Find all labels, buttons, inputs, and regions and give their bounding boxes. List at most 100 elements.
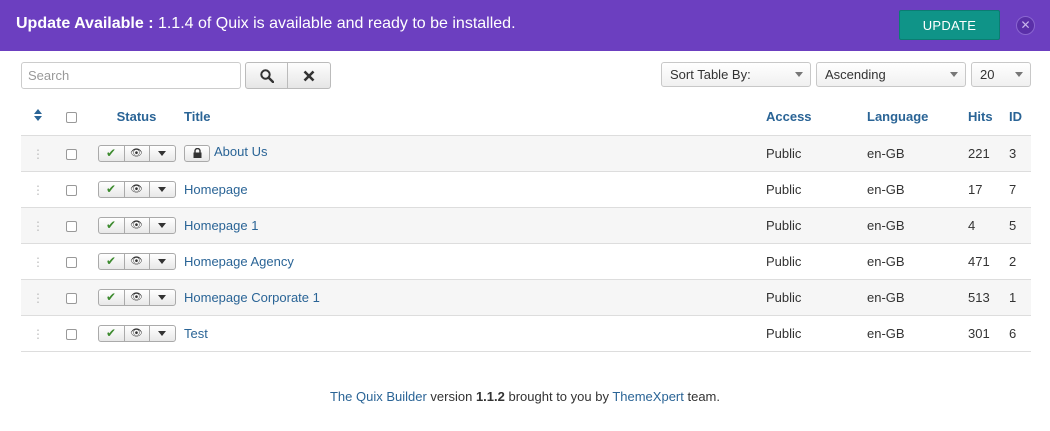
chevron-down-icon — [158, 150, 166, 156]
footer-middle: brought to you by — [504, 389, 613, 404]
published-toggle[interactable]: ✔ — [99, 289, 125, 305]
row-title-link[interactable]: Test — [184, 326, 208, 341]
access-cell: Public — [766, 279, 867, 316]
status-menu-toggle[interactable] — [150, 290, 175, 305]
status-header[interactable]: Status — [89, 99, 184, 136]
preview-button[interactable]: 👁 — [125, 289, 150, 305]
drag-handle-icon[interactable]: ⋮ — [32, 147, 44, 161]
published-toggle[interactable]: ✔ — [99, 253, 125, 269]
status-button-group: ✔ 👁 — [97, 324, 176, 342]
drag-handle-icon[interactable]: ⋮ — [32, 219, 44, 233]
row-checkbox[interactable] — [66, 184, 77, 196]
drag-handle-icon[interactable]: ⋮ — [32, 183, 44, 197]
order-select[interactable]: Ascending — [816, 62, 966, 87]
eye-icon: 👁 — [130, 183, 143, 195]
table-row: ⋮ ✔ 👁 About Us Public en-GB 221 3 — [21, 135, 1031, 172]
select-cell — [54, 315, 89, 352]
limit-select[interactable]: 20 — [971, 62, 1031, 87]
published-toggle[interactable]: ✔ — [99, 325, 125, 341]
hits-cell: 221 — [968, 135, 1009, 172]
id-cell: 2 — [1009, 243, 1031, 280]
check-icon: ✔ — [105, 254, 117, 269]
language-header[interactable]: Language — [867, 99, 968, 136]
row-checkbox[interactable] — [66, 328, 77, 340]
title-cell: About Us — [184, 135, 766, 172]
published-toggle[interactable]: ✔ — [99, 217, 125, 233]
chevron-down-icon — [158, 258, 166, 264]
clear-button[interactable] — [288, 62, 331, 89]
chevron-down-icon — [158, 222, 166, 228]
chevron-down-icon — [158, 186, 166, 192]
chevron-down-icon — [158, 330, 166, 336]
row-title-link[interactable]: About Us — [214, 144, 267, 159]
footer-version: 1.1.2 — [475, 389, 505, 404]
preview-button[interactable]: 👁 — [125, 181, 150, 197]
published-toggle[interactable]: ✔ — [99, 145, 125, 161]
preview-button[interactable]: 👁 — [125, 325, 150, 341]
limit-value: 20 — [980, 67, 995, 82]
published-toggle[interactable]: ✔ — [99, 181, 125, 197]
select-cell — [54, 171, 89, 208]
language-cell: en-GB — [867, 207, 968, 244]
pages-table: Status Title Access Language Hits ID ⋮ ✔… — [21, 99, 1031, 352]
row-checkbox[interactable] — [66, 292, 77, 304]
preview-button[interactable]: 👁 — [125, 253, 150, 269]
search-input[interactable] — [21, 62, 241, 89]
status-button-group: ✔ 👁 — [97, 180, 176, 198]
status-menu-toggle[interactable] — [150, 218, 175, 233]
drag-handle-icon[interactable]: ⋮ — [32, 255, 44, 269]
eye-icon: 👁 — [130, 327, 143, 339]
company-link[interactable]: ThemeXpert — [612, 389, 684, 404]
drag-handle-icon[interactable]: ⋮ — [32, 327, 44, 341]
id-header[interactable]: ID — [1009, 99, 1031, 136]
update-button[interactable]: UPDATE — [899, 10, 1000, 40]
update-message-body: 1.1.4 of Quix is available and ready to … — [153, 15, 516, 32]
ordering-header[interactable] — [21, 99, 54, 136]
access-cell: Public — [766, 315, 867, 352]
update-message-prefix: Update Available : — [16, 15, 154, 32]
drag-cell: ⋮ — [21, 207, 54, 244]
title-cell: Homepage Corporate 1 — [184, 279, 766, 316]
checked-out-button[interactable] — [184, 144, 210, 162]
select-cell — [54, 243, 89, 280]
search-button[interactable] — [245, 62, 288, 89]
hits-header[interactable]: Hits — [968, 99, 1009, 136]
drag-handle-icon[interactable]: ⋮ — [32, 291, 44, 305]
table-row: ⋮ ✔ 👁 Homepage 1 Public en-GB 4 5 — [21, 207, 1031, 244]
eye-icon: 👁 — [130, 219, 143, 231]
close-icon[interactable]: ✕ — [1016, 16, 1035, 35]
status-menu-toggle[interactable] — [150, 254, 175, 269]
status-menu-toggle[interactable] — [150, 146, 175, 161]
row-checkbox[interactable] — [66, 148, 77, 160]
access-cell: Public — [766, 207, 867, 244]
footer-version-word: version — [426, 389, 476, 404]
status-cell: ✔ 👁 — [89, 243, 184, 280]
preview-button[interactable]: 👁 — [125, 145, 150, 161]
access-cell: Public — [766, 171, 867, 208]
preview-button[interactable]: 👁 — [125, 217, 150, 233]
product-link[interactable]: The Quix Builder — [330, 389, 427, 404]
access-header[interactable]: Access — [766, 99, 867, 136]
row-title-link[interactable]: Homepage 1 — [184, 218, 258, 233]
row-title-link[interactable]: Homepage Agency — [184, 254, 294, 269]
status-button-group: ✔ 👁 — [97, 288, 176, 306]
id-cell: 3 — [1009, 135, 1031, 172]
row-checkbox[interactable] — [66, 256, 77, 268]
id-cell: 6 — [1009, 315, 1031, 352]
status-menu-toggle[interactable] — [150, 326, 175, 341]
status-menu-toggle[interactable] — [150, 182, 175, 197]
id-cell: 5 — [1009, 207, 1031, 244]
row-checkbox[interactable] — [66, 220, 77, 232]
id-cell: 7 — [1009, 171, 1031, 208]
row-title-link[interactable]: Homepage — [184, 182, 248, 197]
check-icon: ✔ — [105, 290, 117, 305]
select-all-checkbox[interactable] — [66, 112, 77, 124]
eye-icon: 👁 — [130, 291, 143, 303]
title-header[interactable]: Title — [184, 99, 766, 136]
select-all-header — [54, 99, 89, 136]
language-cell: en-GB — [867, 243, 968, 280]
row-title-link[interactable]: Homepage Corporate 1 — [184, 290, 320, 305]
sort-icon — [33, 109, 42, 122]
sort-by-select[interactable]: Sort Table By: — [661, 62, 811, 87]
status-cell: ✔ 👁 — [89, 279, 184, 316]
